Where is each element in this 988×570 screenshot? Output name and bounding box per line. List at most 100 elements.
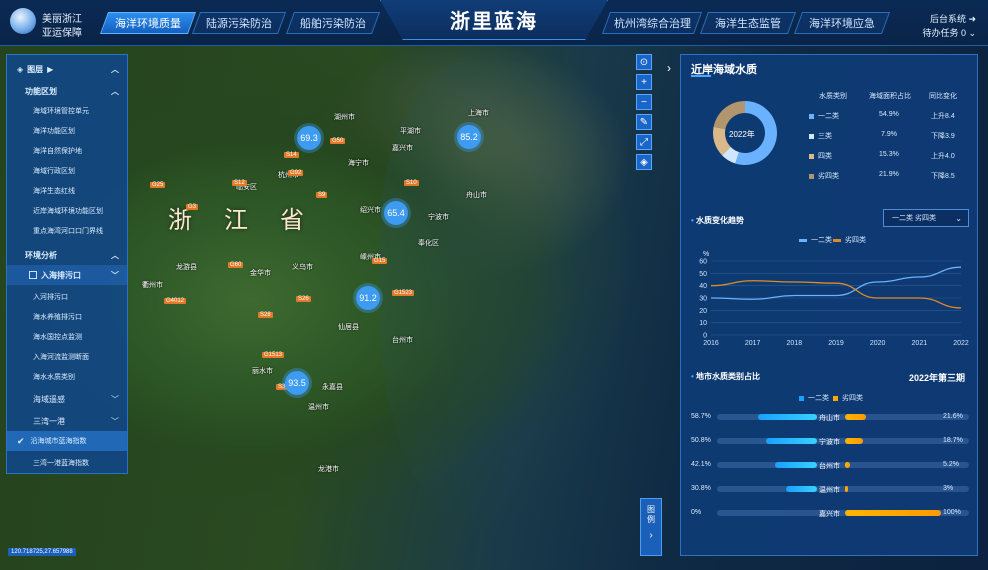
x-tick-label: 2016 xyxy=(703,340,719,347)
tab-ocean-env-quality[interactable]: 海洋环境质量 xyxy=(99,12,197,34)
donut-center-label: 2022年 xyxy=(729,130,755,139)
info-panel: › 近岸海域水质 2022年 水质类别 海域面积占比 同比变化 一二类 54.9… xyxy=(667,54,978,556)
legend-swatch xyxy=(833,395,838,401)
measure-icon[interactable]: ✎ xyxy=(636,114,652,130)
blue-index-marker[interactable]: 91.2 xyxy=(356,286,380,310)
color-swatch xyxy=(809,113,814,119)
share-bar-poor xyxy=(845,438,863,444)
blue-index-marker[interactable]: 93.5 xyxy=(285,371,309,395)
layers-icon[interactable]: ◈ xyxy=(636,154,652,170)
share-left-value: 0% xyxy=(691,509,702,516)
top-header: 美丽浙江 亚运保障 海洋环境质量 陆源污染防治 船舶污染防治 浙里蓝海 杭州湾综… xyxy=(0,0,988,46)
table-header: 同比变化 xyxy=(929,93,957,100)
layer-item[interactable]: 海水国控点监测 xyxy=(7,327,127,347)
zoom-in-icon[interactable]: + xyxy=(636,74,652,90)
city-label: 衢州市 xyxy=(142,282,163,289)
city-label: 永嘉县 xyxy=(322,384,343,391)
layer-panel: ◈ 图层 ▶ ︿ 功能区划 ︿ 海域环境管控单元 海洋功能区划 海洋自然保护地 … xyxy=(6,54,128,474)
city-label: 湖州市 xyxy=(334,114,355,121)
legend-swatch xyxy=(799,238,807,242)
road-shield: G50 xyxy=(330,138,346,144)
map-legend-toggle[interactable]: 图例 › xyxy=(640,498,662,556)
chevron-up-icon: ︿ xyxy=(111,64,119,74)
locate-icon[interactable]: ⊙ xyxy=(636,54,652,70)
blue-index-marker[interactable]: 85.2 xyxy=(457,125,481,149)
sanwan-group[interactable]: 三湾一港 ﹀ xyxy=(7,411,127,431)
city-label: 嘉兴市 xyxy=(392,145,413,152)
city-label: 宁波市 xyxy=(428,214,449,221)
chevron-up-icon: ︿ xyxy=(111,86,119,96)
road-shield: G15 xyxy=(372,258,388,264)
todo-tasks[interactable]: 待办任务 0 ⌄ xyxy=(922,26,976,39)
blue-index-marker[interactable]: 65.4 xyxy=(384,201,408,225)
share-bar-poor xyxy=(845,486,848,492)
layer-item[interactable]: 海水养殖排污口 xyxy=(7,307,127,327)
road-shield: G92 xyxy=(288,170,304,176)
zoom-out-icon[interactable]: − xyxy=(636,94,652,110)
layer-item[interactable]: 入河排污口 xyxy=(7,287,127,307)
layer-item[interactable]: 海洋生态红线 xyxy=(7,181,127,201)
env-analysis-group[interactable]: 环境分析 ︿ xyxy=(7,245,127,265)
quality-row-1: 一二类 xyxy=(809,111,839,121)
layer-item[interactable]: 三湾一港蓝海指数 xyxy=(7,453,127,473)
layer-item[interactable]: 近岸海域环境功能区划 xyxy=(7,201,127,221)
quality-change: 上升8.4 xyxy=(931,113,955,120)
share-bar-good xyxy=(766,438,817,444)
share-bar-good xyxy=(758,414,817,420)
color-swatch xyxy=(809,153,814,159)
trend-title: • 水质变化趋势 xyxy=(691,216,745,225)
city-label: 海宁市 xyxy=(348,160,369,167)
sea-outfall-group[interactable]: 入海排污口 ﹀ xyxy=(7,265,127,285)
city-label: 平湖市 xyxy=(400,128,421,135)
quality-ratio: 15.3% xyxy=(879,151,899,158)
city-label: 龙港市 xyxy=(318,466,339,473)
color-swatch xyxy=(809,173,814,179)
chevron-down-icon: ﹀ xyxy=(111,394,119,404)
city-label: 龙游县 xyxy=(176,264,197,271)
layer-item[interactable]: 入海河流监测断面 xyxy=(7,347,127,367)
share-bar-track xyxy=(717,414,969,420)
layer-item[interactable]: 海域行政区划 xyxy=(7,161,127,181)
share-left-value: 58.7% xyxy=(691,413,711,420)
layers-header[interactable]: ◈ 图层 ▶ ︿ xyxy=(7,59,127,79)
road-shield: S26 xyxy=(296,296,311,302)
trend-series-select[interactable]: 一二类 劣四类 ⌄ xyxy=(883,209,969,227)
backend-system-link[interactable]: 后台系统 ➜ xyxy=(930,12,976,25)
layer-item[interactable]: 海洋功能区划 xyxy=(7,121,127,141)
blue-index-marker[interactable]: 69.3 xyxy=(297,126,321,150)
city-label: 舟山市 xyxy=(466,192,487,199)
tab-hangzhou-bay[interactable]: 杭州湾综合治理 xyxy=(601,12,703,34)
functional-zoning-group[interactable]: 功能区划 ︿ xyxy=(7,81,127,101)
share-city: 舟山市 xyxy=(819,415,840,422)
fullscreen-icon[interactable]: ⤢ xyxy=(636,134,652,150)
share-city: 宁波市 xyxy=(819,439,840,446)
quality-row-3: 四类 xyxy=(809,151,832,161)
share-city: 温州市 xyxy=(819,487,840,494)
legend-swatch xyxy=(799,395,804,401)
city-label: 绍兴市 xyxy=(360,207,381,214)
tab-land-pollution[interactable]: 陆源污染防治 xyxy=(191,12,287,34)
legend-swatch xyxy=(833,238,841,242)
share-right-value: 100% xyxy=(943,509,961,516)
sea-remote-group[interactable]: 海域遥感 ﹀ xyxy=(7,389,127,409)
collapse-panel-icon[interactable]: › xyxy=(667,61,671,75)
city-label: 奉化区 xyxy=(418,240,439,247)
tab-ecology-supervision[interactable]: 海洋生态监管 xyxy=(699,12,797,34)
city-label: 温州市 xyxy=(308,404,329,411)
city-label: 上海市 xyxy=(468,110,489,117)
tab-emergency[interactable]: 海洋环境应急 xyxy=(793,12,891,34)
quality-change: 下降8.5 xyxy=(931,173,955,180)
logo-icon xyxy=(10,8,36,34)
layer-item-coastal-city-index[interactable]: ✔ 沿海城市蓝海指数 xyxy=(7,431,127,451)
share-right-value: 21.6% xyxy=(943,413,963,420)
layer-item[interactable]: 重点海湾河口口门界线 xyxy=(7,221,127,241)
share-left-value: 42.1% xyxy=(691,461,711,468)
tab-ship-pollution[interactable]: 船舶污染防治 xyxy=(285,12,381,34)
table-header: 水质类别 xyxy=(819,93,847,100)
layer-item[interactable]: 海域环境管控单元 xyxy=(7,101,127,121)
checkbox[interactable] xyxy=(29,271,37,279)
share-city: 嘉兴市 xyxy=(819,511,840,518)
layer-item[interactable]: 海洋自然保护地 xyxy=(7,141,127,161)
y-tick-label: 60 xyxy=(699,259,707,266)
layer-item[interactable]: 海水水质类别 xyxy=(7,367,127,387)
